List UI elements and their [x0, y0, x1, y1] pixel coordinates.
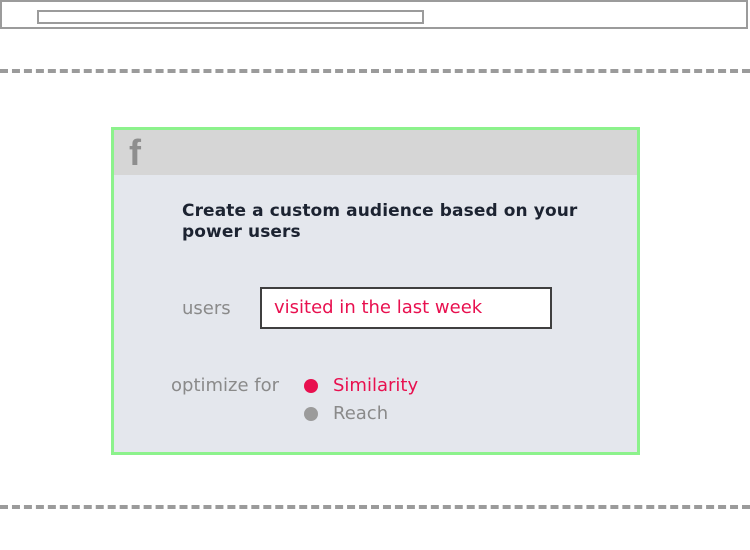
card-title: Create a custom audience based on your p… — [182, 201, 578, 242]
audience-card: f Create a custom audience based on your… — [111, 127, 640, 455]
optimize-for-label: optimize for — [171, 375, 280, 396]
radio-dot-icon — [304, 379, 318, 393]
radio-label-similarity: Similarity — [333, 375, 419, 396]
users-input[interactable]: visited in the last week — [260, 287, 552, 329]
radio-dot-icon — [304, 407, 318, 421]
users-label: users — [182, 298, 231, 319]
radio-label-reach: Reach — [333, 403, 389, 424]
browser-toolbar — [0, 0, 748, 29]
divider-bottom — [0, 505, 750, 509]
facebook-icon: f — [129, 132, 141, 173]
card-header: f — [114, 130, 637, 175]
radio-option-reach[interactable]: Reach — [304, 402, 388, 426]
divider-top — [0, 69, 750, 73]
radio-option-similarity[interactable]: Similarity — [304, 374, 418, 398]
address-bar[interactable] — [37, 10, 424, 24]
